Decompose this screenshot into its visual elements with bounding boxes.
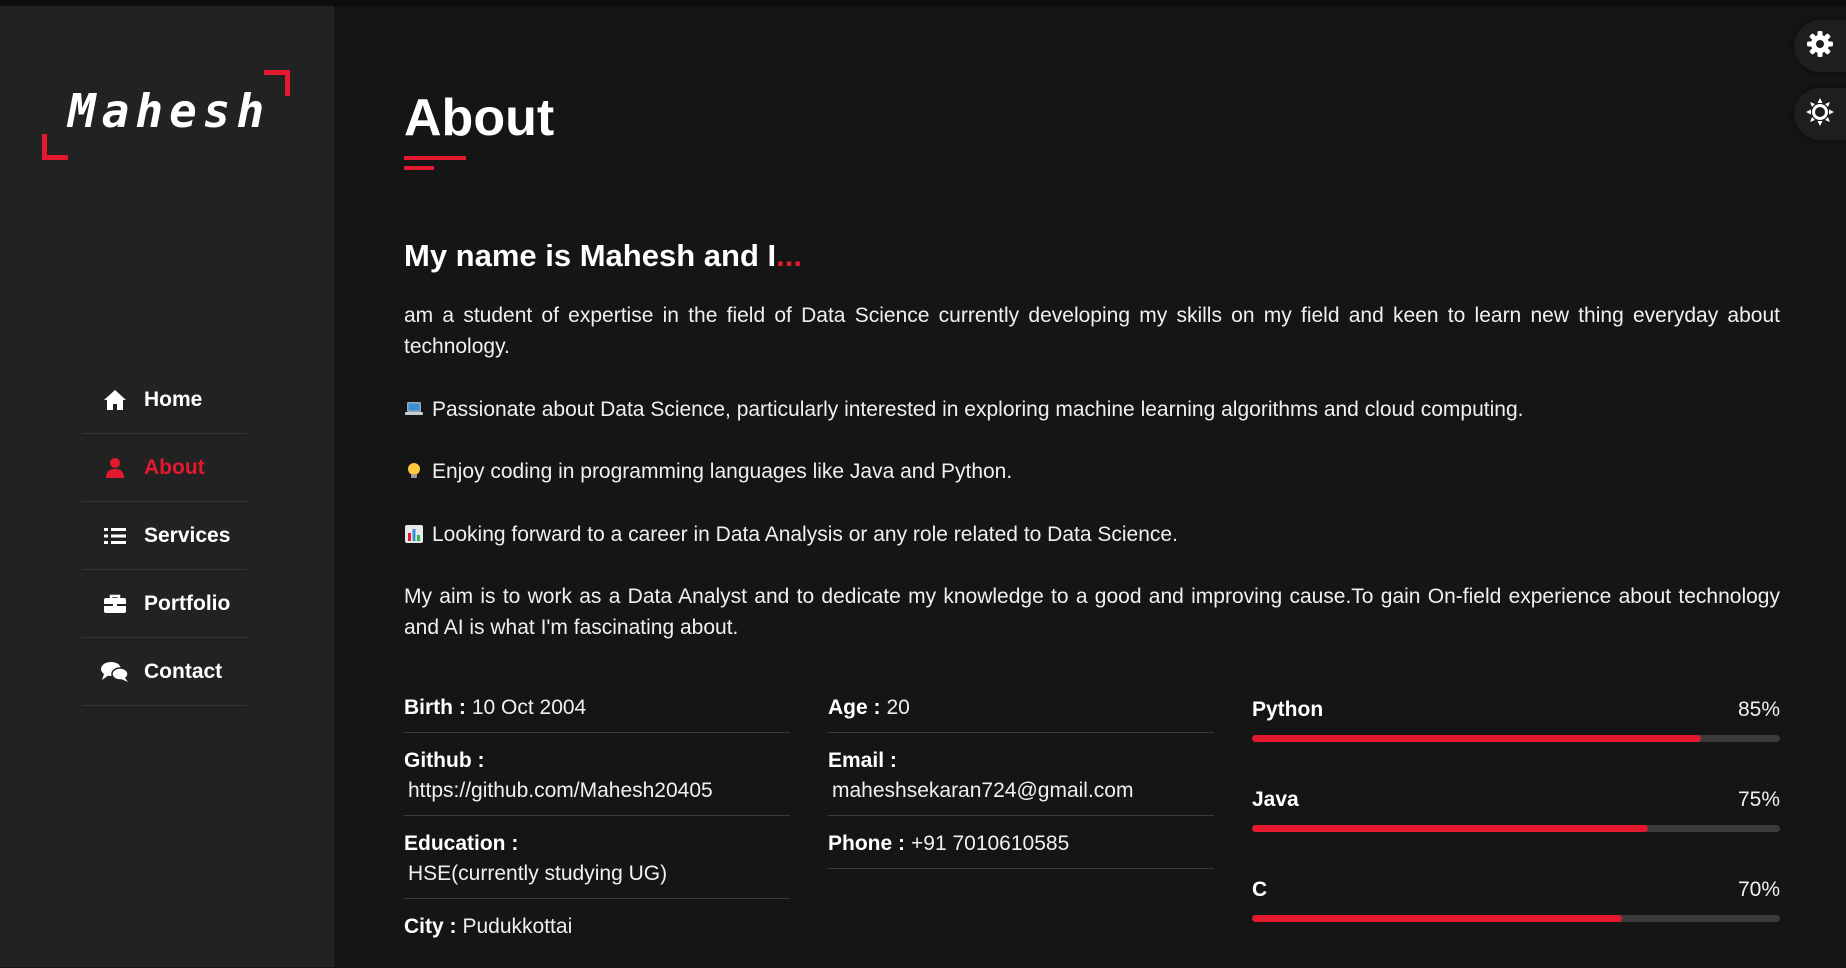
skill-c: C 70%	[1252, 878, 1780, 968]
intro-heading-text: My name is Mahesh and I	[404, 238, 777, 273]
about-paragraph-intro: am a student of expertise in the field o…	[404, 304, 1780, 358]
info-value: HSE(currently studying UG)	[408, 862, 668, 885]
personal-info-column-1: Birth :10 Oct 2004 Github : https://gith…	[404, 696, 790, 967]
info-label: City :	[404, 915, 457, 938]
nav-item-home[interactable]: Home	[82, 366, 247, 434]
skill-bar-fill	[1252, 915, 1622, 922]
about-paragraph-passion: Passionate about Data Science, particula…	[404, 394, 1780, 425]
skill-percent: 70%	[1737, 878, 1780, 901]
laptop-icon	[404, 397, 424, 417]
info-email: Email : maheshsekaran724@gmail.com	[828, 749, 1214, 816]
home-icon	[100, 389, 130, 411]
info-value: +91 7010610585	[911, 832, 1070, 855]
skill-bar-fill	[1252, 825, 1648, 832]
nav-item-label: Portfolio	[144, 591, 231, 615]
user-icon	[100, 457, 130, 479]
skill-name: Java	[1252, 788, 1299, 811]
info-label: Birth :	[404, 696, 466, 719]
logo[interactable]: Mahesh	[42, 70, 292, 160]
title-underline-short	[404, 166, 434, 170]
info-phone: Phone : +91 7010610585	[828, 832, 1214, 869]
nav-item-label: Services	[144, 523, 231, 547]
personal-info-column-2: Age :20 Email : maheshsekaran724@gmail.c…	[828, 696, 1214, 885]
logo-corner-bottom-left	[42, 134, 68, 160]
nav-item-portfolio[interactable]: Portfolio	[82, 570, 247, 638]
skill-bar-track	[1252, 915, 1780, 922]
info-label: Phone :	[828, 832, 905, 855]
skill-name: Python	[1252, 698, 1324, 721]
skill-percent: 75%	[1737, 788, 1780, 811]
info-label: Age :	[828, 696, 881, 719]
nav-item-services[interactable]: Services	[82, 502, 247, 570]
settings-button[interactable]	[1794, 20, 1846, 72]
about-paragraph-coding: Enjoy coding in programming languages li…	[404, 456, 1780, 487]
chat-icon	[100, 661, 130, 683]
info-age: Age :20	[828, 696, 1214, 733]
info-value: Pudukkottai	[462, 915, 573, 938]
info-birth: Birth :10 Oct 2004	[404, 696, 790, 733]
skills-list: Python 85% Java 75% C 70%	[1252, 698, 1780, 968]
bar-chart-icon	[404, 522, 424, 543]
skill-java: Java 75%	[1252, 788, 1780, 878]
sidebar: Mahesh Home About Services Portfolio Con…	[0, 6, 334, 967]
main-nav: Home About Services Portfolio Contact	[82, 366, 247, 706]
info-label: Education :	[404, 832, 519, 855]
nav-item-label: Contact	[144, 659, 223, 683]
logo-text: Mahesh	[68, 84, 271, 138]
info-label: Github :	[404, 749, 485, 772]
typing-dots: ...	[776, 238, 802, 273]
intro-heading: My name is Mahesh and I...	[404, 238, 802, 274]
page-title: About	[404, 89, 555, 147]
skill-python: Python 85%	[1252, 698, 1780, 788]
theme-toggle-button[interactable]	[1794, 88, 1846, 140]
lightbulb-icon	[404, 459, 424, 479]
skill-bar-track	[1252, 825, 1780, 832]
nav-item-label: Home	[144, 387, 203, 411]
about-paragraph-career: Looking forward to a career in Data Anal…	[404, 519, 1780, 550]
skill-percent: 85%	[1737, 698, 1780, 721]
info-value: 20	[886, 696, 910, 719]
about-paragraph-aim: My aim is to work as a Data Analyst and …	[404, 585, 1780, 639]
title-underline	[404, 156, 466, 160]
skill-bar-track	[1252, 735, 1780, 742]
about-paragraph-career-text: Looking forward to a career in Data Anal…	[432, 523, 1178, 546]
about-paragraph-passion-text: Passionate about Data Science, particula…	[432, 398, 1524, 421]
sun-icon	[1806, 97, 1834, 131]
briefcase-icon	[100, 594, 130, 614]
skill-bar-fill	[1252, 735, 1701, 742]
info-label: Email :	[828, 749, 897, 772]
list-icon	[100, 527, 130, 545]
email-link[interactable]: maheshsekaran724@gmail.com	[832, 779, 1214, 803]
info-github: Github : https://github.com/Mahesh20405	[404, 749, 790, 816]
nav-item-label: About	[144, 455, 205, 479]
info-value: 10 Oct 2004	[471, 696, 587, 719]
info-city: City : Pudukkottai	[404, 915, 790, 951]
github-link[interactable]: https://github.com/Mahesh20405	[408, 779, 790, 803]
about-paragraph-coding-text: Enjoy coding in programming languages li…	[432, 460, 1013, 483]
gear-icon	[1806, 30, 1834, 63]
nav-item-about[interactable]: About	[82, 434, 247, 502]
skill-name: C	[1252, 878, 1268, 901]
info-education: Education : HSE(currently studying UG)	[404, 832, 790, 899]
nav-item-contact[interactable]: Contact	[82, 638, 247, 706]
